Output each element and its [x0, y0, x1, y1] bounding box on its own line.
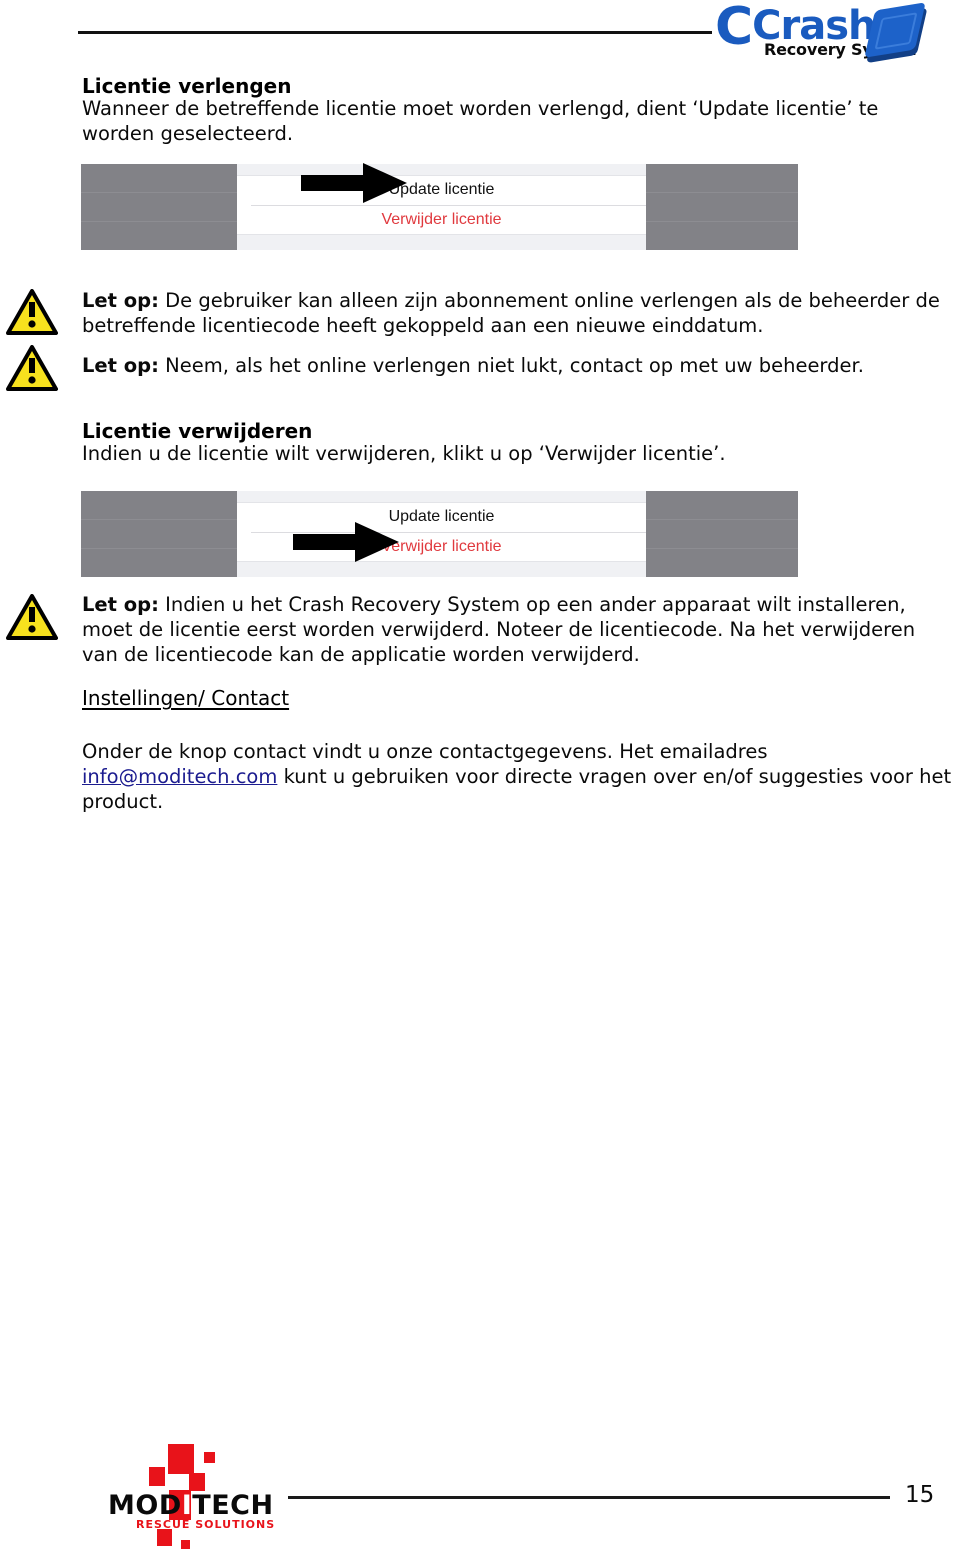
screenshot1-list-bottom-cap: [237, 234, 646, 250]
email-link-info-moditech[interactable]: info@moditech.com: [82, 765, 277, 788]
moditech-square: [149, 1467, 165, 1486]
warning-triangle-icon: [6, 345, 58, 391]
verwijder-licentie-screenshot: Update licentie Verwijder licentie: [81, 491, 798, 577]
screenshot2-row-update-licentie[interactable]: Update licentie: [237, 502, 646, 532]
moditech-logo: MODITECH RESCUE SOLUTIONS: [108, 1442, 288, 1552]
crash-recovery-system-logo: CCrash Recovery System: [715, 1, 947, 68]
screenshot1-option-list: Update licentie Verwijder licentie: [237, 164, 646, 250]
screenshot1-right-panel: [646, 164, 798, 250]
paragraph-licentie-verwijderen: Indien u de licentie wilt verwijderen, k…: [82, 442, 726, 465]
warning-triangle-icon: [6, 289, 58, 335]
note-2-text: Neem, als het online verlengen niet lukt…: [158, 354, 864, 377]
heading-licentie-verlengen: Licentie verlengen: [82, 74, 292, 98]
note-3: Let op: Indien u het Crash Recovery Syst…: [82, 592, 952, 667]
screenshot2-list-bottom-cap: [237, 561, 646, 577]
moditech-wordmark: MODITECH: [108, 1490, 274, 1521]
note-1-label: Let op:: [82, 289, 159, 312]
note-1-text: De gebruiker kan alleen zijn abonnement …: [82, 289, 940, 337]
moditech-square: [204, 1452, 215, 1463]
page-header: CCrash Recovery System: [0, 0, 960, 70]
screenshot2-row-verwijder-licentie[interactable]: Verwijder licentie: [237, 532, 646, 562]
note-3-label: Let op:: [82, 593, 159, 616]
moditech-tagline: RESCUE SOLUTIONS: [136, 1518, 276, 1531]
note-3-text: Indien u het Crash Recovery System op ee…: [82, 593, 916, 666]
header-divider: [78, 31, 712, 34]
moditech-square: [168, 1444, 194, 1474]
document-page: CCrash Recovery System Licentie verlenge…: [0, 0, 960, 1554]
screenshot1-row-update-licentie[interactable]: Update licentie: [237, 175, 646, 205]
page-number: 15: [905, 1482, 935, 1508]
moditech-square: [189, 1473, 205, 1491]
moditech-word-part1: MOD: [108, 1490, 182, 1521]
contact-text-before: Onder de knop contact vindt u onze conta…: [82, 740, 768, 763]
note-2: Let op: Neem, als het online verlengen n…: [82, 353, 952, 378]
page-footer: MODITECH RESCUE SOLUTIONS 15: [0, 1440, 960, 1554]
footer-divider: [288, 1496, 890, 1499]
note-1: Let op: De gebruiker kan alleen zijn abo…: [82, 288, 952, 338]
screenshot2-option-list: Update licentie Verwijder licentie: [237, 491, 646, 577]
moditech-word-part2: TECH: [192, 1490, 274, 1521]
moditech-square: [157, 1529, 172, 1546]
moditech-square: [181, 1540, 190, 1549]
screenshot2-left-panel: [81, 491, 237, 577]
screenshot1-left-panel: [81, 164, 237, 250]
screenshot1-row-verwijder-licentie[interactable]: Verwijder licentie: [237, 205, 646, 235]
note-2-label: Let op:: [82, 354, 159, 377]
moditech-word-letter-i: I: [181, 1490, 193, 1521]
crs-chip-icon: [864, 2, 933, 62]
heading-instellingen-contact: Instellingen/ Contact: [82, 686, 290, 710]
screenshot2-right-panel: [646, 491, 798, 577]
paragraph-licentie-verlengen: Wanneer de betreffende licentie moet wor…: [82, 97, 879, 145]
warning-triangle-icon: [6, 594, 58, 640]
paragraph-contact: Onder de knop contact vindt u onze conta…: [82, 739, 957, 814]
update-licentie-screenshot: Update licentie Verwijder licentie: [81, 164, 798, 250]
heading-licentie-verwijderen: Licentie verwijderen: [82, 419, 313, 443]
